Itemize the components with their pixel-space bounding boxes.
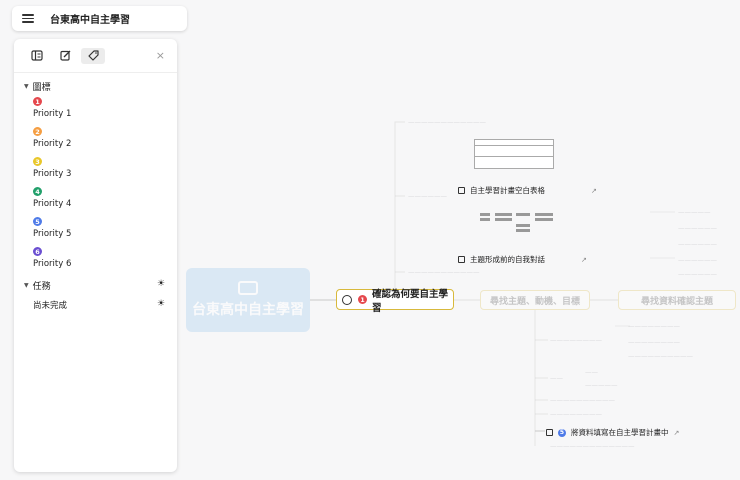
- checkbox-icon[interactable]: [458, 187, 465, 194]
- title-bar: 台東高中自主學習: [12, 6, 187, 31]
- task-label: 自主學習計畫空白表格: [470, 186, 545, 195]
- menu-icon[interactable]: [22, 14, 34, 23]
- tag-icon: [87, 50, 99, 61]
- task-circle-icon[interactable]: [342, 294, 352, 305]
- task-node[interactable]: 主題形成前的自我對話 ↗: [458, 254, 587, 265]
- topic-node[interactable]: 尋找資料確認主題: [618, 290, 736, 310]
- priority-label: Priority 5: [33, 229, 72, 239]
- faded-node[interactable]: ——————————: [628, 352, 693, 360]
- sun-icon[interactable]: ☀: [157, 299, 165, 309]
- priority-item-2[interactable]: 2 Priority 2: [33, 127, 71, 149]
- faded-node[interactable]: —————: [585, 381, 618, 389]
- close-icon[interactable]: ×: [156, 49, 165, 62]
- task-node[interactable]: 5 將資料填寫在自主學習計畫中 ↗: [546, 427, 679, 438]
- faded-node[interactable]: —————————————: [550, 442, 635, 450]
- faded-node[interactable]: ——————: [678, 224, 717, 232]
- sun-icon[interactable]: ☀: [157, 279, 165, 289]
- image-thumbnail[interactable]: [480, 211, 555, 233]
- faded-node[interactable]: ——————: [408, 192, 447, 200]
- faded-node[interactable]: ————————: [628, 322, 680, 330]
- priority-item-4[interactable]: 4 Priority 4: [33, 187, 71, 209]
- priority-label: Priority 6: [33, 259, 72, 269]
- priority-item-6[interactable]: 6 Priority 6: [33, 247, 71, 269]
- priority-1-icon: 1: [33, 97, 42, 106]
- external-link-icon[interactable]: ↗: [581, 256, 587, 264]
- task-node[interactable]: 自主學習計畫空白表格 ↗: [458, 185, 597, 196]
- tag-button[interactable]: [81, 47, 105, 64]
- outline-button[interactable]: [25, 48, 49, 64]
- task-label: 將資料填寫在自主學習計畫中: [571, 428, 669, 437]
- priority-2-icon: 2: [33, 127, 42, 136]
- outline-icon: [31, 50, 43, 61]
- focused-node[interactable]: 1 確認為何要自主學習: [336, 289, 454, 314]
- priority-label: Priority 4: [33, 199, 72, 209]
- icons-section-title: 圖標: [32, 83, 51, 93]
- side-panel: × ▼ 圖標 1 Priority 1 2 Priority 2 3 Prior…: [14, 39, 177, 472]
- root-node[interactable]: 台東高中自主學習: [186, 268, 310, 332]
- checkbox-icon[interactable]: [458, 256, 465, 263]
- priority-5-icon: 5: [558, 428, 566, 437]
- priority-3-icon: 3: [33, 157, 42, 166]
- faded-node[interactable]: ——————: [678, 270, 717, 278]
- faded-node[interactable]: —————: [678, 208, 711, 216]
- priority-6-icon: 6: [33, 247, 42, 256]
- priority-label: Priority 1: [33, 109, 72, 119]
- priority-4-icon: 4: [33, 187, 42, 196]
- priority-item-1[interactable]: 1 Priority 1: [33, 97, 71, 119]
- edit-icon: [59, 50, 70, 61]
- presentation-icon: [238, 281, 258, 295]
- faded-node[interactable]: ———————————: [408, 268, 480, 276]
- task-section-header[interactable]: ▼ 任務: [24, 279, 51, 292]
- priority-1-icon: 1: [358, 295, 367, 304]
- external-link-icon[interactable]: ↗: [591, 187, 597, 195]
- faded-node[interactable]: ————————————: [408, 118, 486, 126]
- faded-node[interactable]: ——————————: [550, 396, 615, 404]
- faded-node[interactable]: ——: [550, 374, 563, 382]
- priority-item-3[interactable]: 3 Priority 3: [33, 157, 71, 179]
- task-section-title: 任務: [32, 282, 51, 292]
- panel-toolbar: ×: [14, 39, 177, 73]
- topic-node[interactable]: 尋找主題、動機、目標: [480, 290, 590, 310]
- faded-node[interactable]: ————————: [628, 338, 680, 346]
- faded-node[interactable]: ——————: [678, 240, 717, 248]
- external-link-icon[interactable]: ↗: [674, 429, 680, 437]
- task-label: 主題形成前的自我對話: [470, 255, 545, 264]
- icons-section-header[interactable]: ▼ 圖標: [24, 80, 51, 93]
- faded-node[interactable]: ——: [585, 368, 598, 376]
- image-thumbnail[interactable]: [474, 139, 554, 169]
- priority-label: Priority 2: [33, 139, 72, 149]
- checkbox-icon[interactable]: [546, 429, 553, 436]
- document-title[interactable]: 台東高中自主學習: [50, 11, 130, 26]
- chevron-down-icon: ▼: [24, 83, 29, 90]
- faded-node[interactable]: ————————: [550, 410, 602, 418]
- priority-item-5[interactable]: 5 Priority 5: [33, 217, 71, 239]
- priority-5-icon: 5: [33, 217, 42, 226]
- chevron-down-icon: ▼: [24, 282, 29, 289]
- root-node-label: 台東高中自主學習: [192, 302, 304, 318]
- edit-button[interactable]: [53, 48, 77, 64]
- faded-node[interactable]: ——————: [678, 256, 717, 264]
- priority-label: Priority 3: [33, 169, 72, 179]
- task-filter-incomplete[interactable]: 尚未完成: [33, 299, 67, 311]
- faded-node[interactable]: ————————: [550, 336, 602, 344]
- focused-node-label: 確認為何要自主學習: [372, 288, 449, 314]
